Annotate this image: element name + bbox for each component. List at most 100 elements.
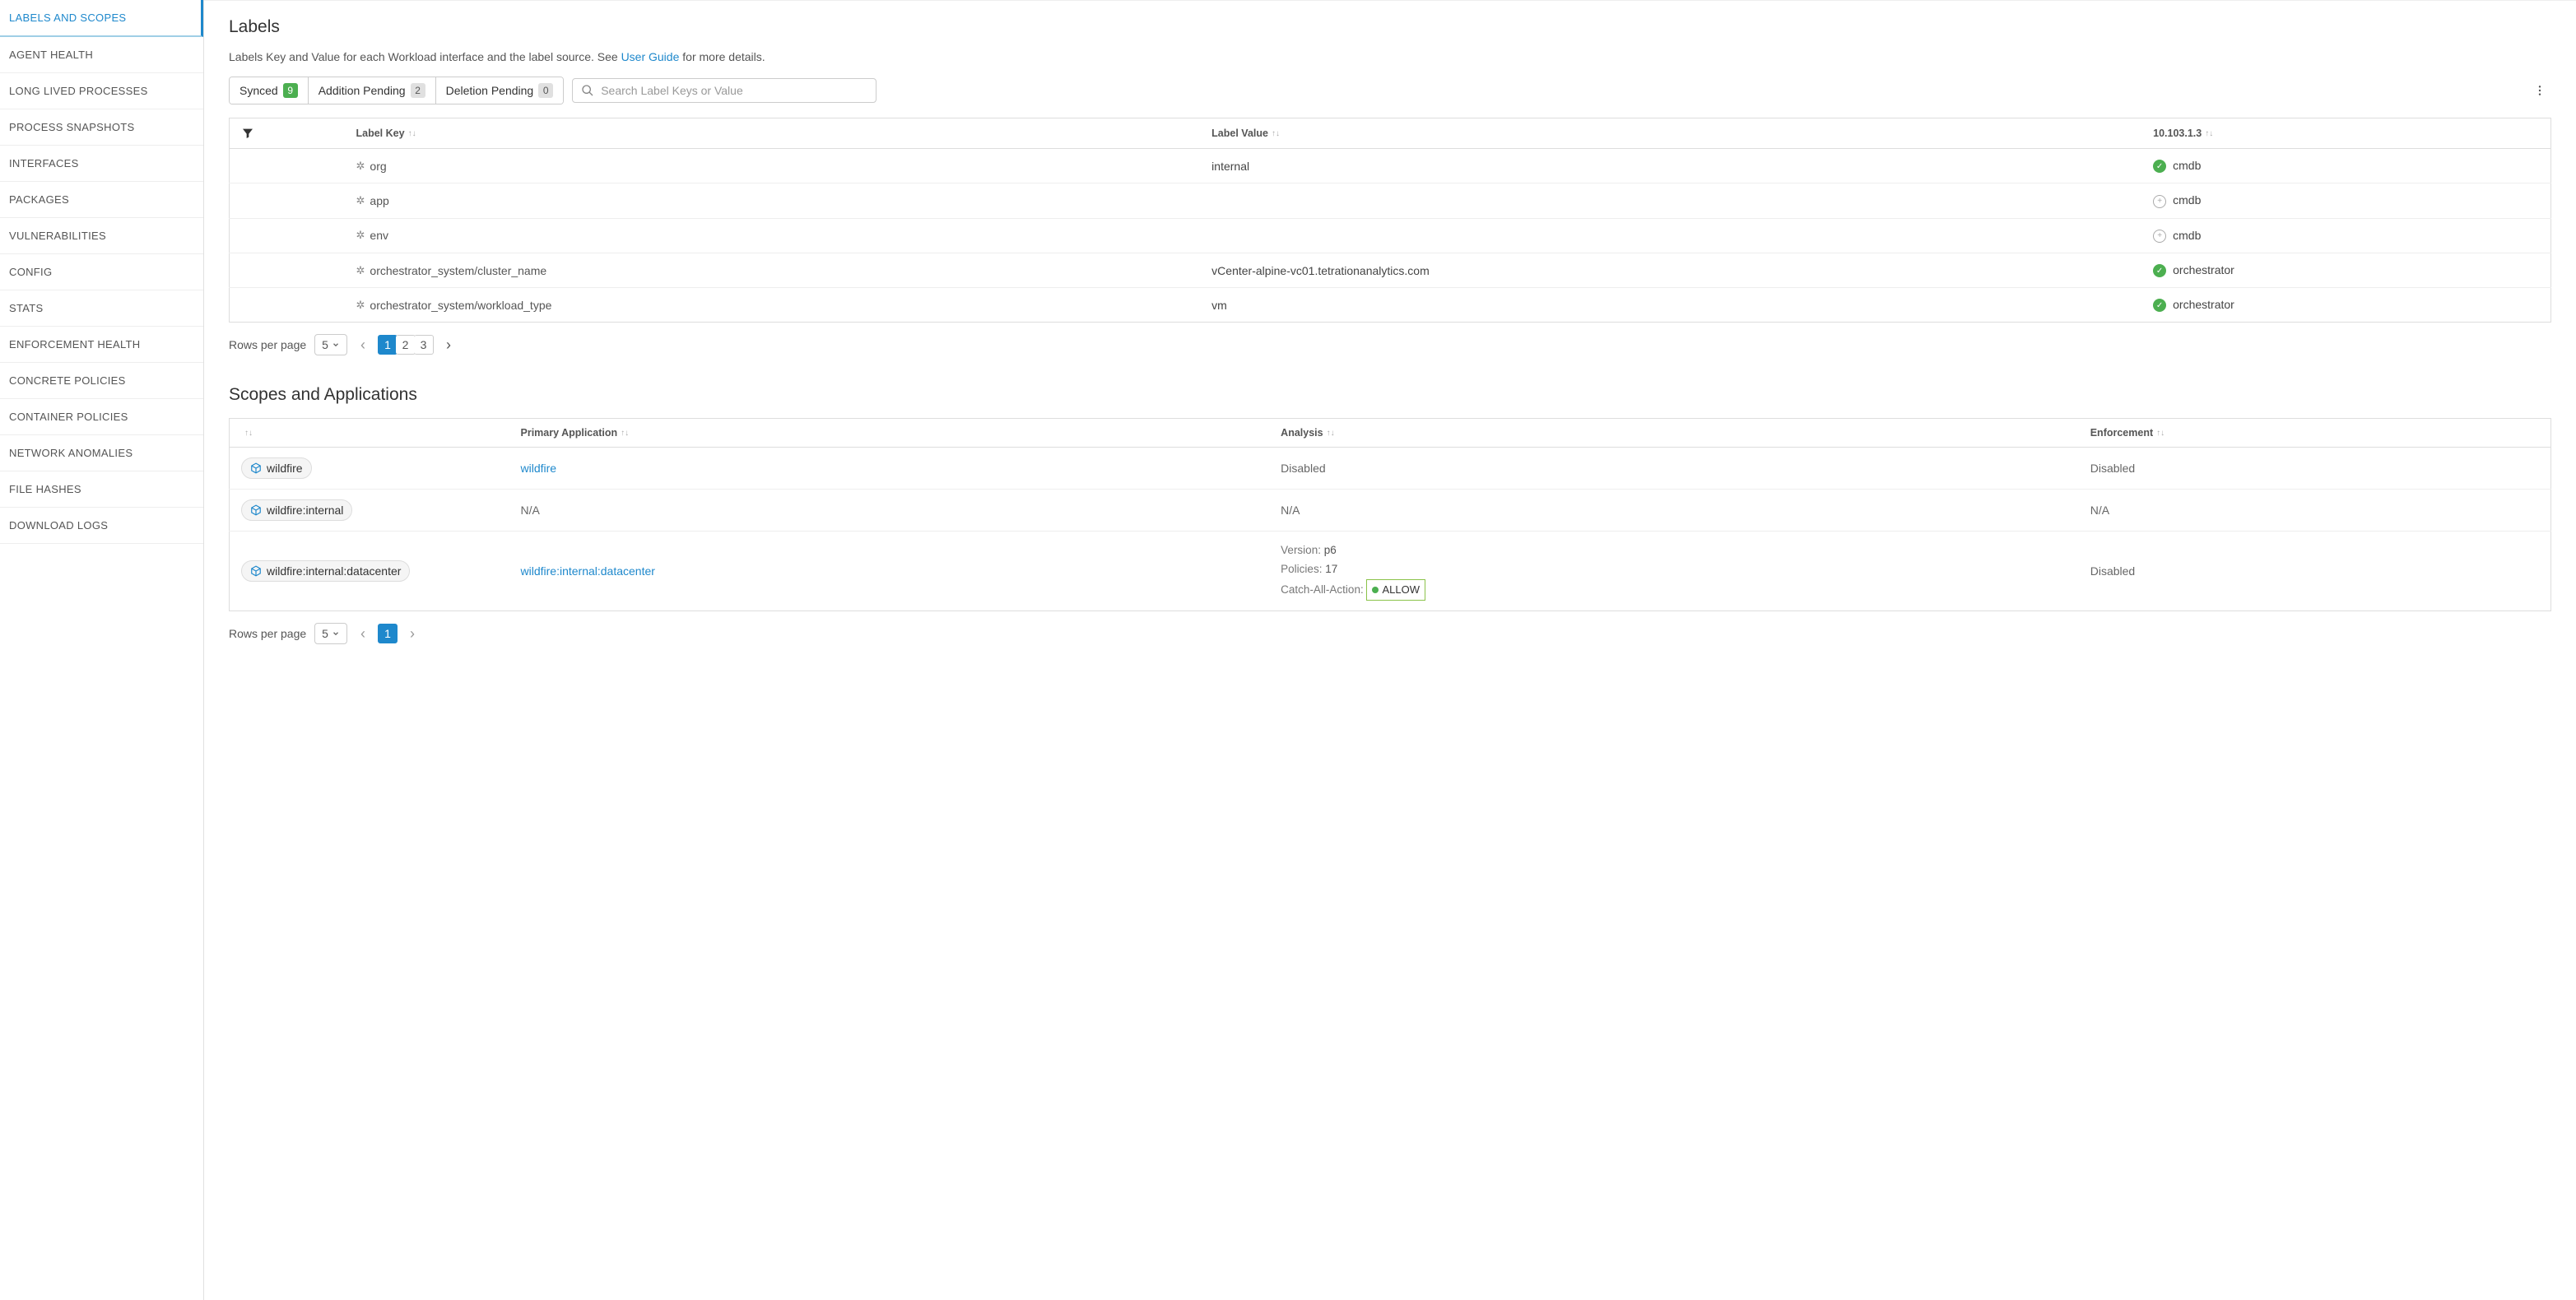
sidebar-item-container-policies[interactable]: CONTAINER POLICIES bbox=[0, 399, 203, 435]
page-number-button[interactable]: 1 bbox=[378, 624, 398, 643]
labels-description: Labels Key and Value for each Workload i… bbox=[229, 50, 2551, 63]
select-value: 5 bbox=[322, 627, 328, 640]
page-next-button[interactable]: › bbox=[440, 335, 457, 355]
sidebar-item-long-lived-processes[interactable]: LONG LIVED PROCESSES bbox=[0, 73, 203, 109]
scope-cell: wildfire:internal bbox=[230, 490, 509, 532]
required-icon: ✲ bbox=[356, 160, 365, 173]
col-label-key[interactable]: Label Key↑↓ bbox=[345, 118, 1201, 149]
page-next-button[interactable]: › bbox=[404, 624, 421, 643]
label-search-box[interactable] bbox=[572, 78, 876, 103]
col-text: Primary Application bbox=[521, 427, 618, 439]
cube-icon bbox=[250, 462, 262, 474]
source-text: cmdb bbox=[2173, 159, 2201, 172]
plus-icon: + bbox=[2153, 230, 2166, 243]
col-analysis[interactable]: Analysis↑↓ bbox=[1269, 419, 2079, 448]
page-prev-button[interactable]: ‹ bbox=[355, 335, 371, 355]
sidebar-item-vulnerabilities[interactable]: VULNERABILITIES bbox=[0, 218, 203, 254]
filter-addition-pending[interactable]: Addition Pending 2 bbox=[308, 77, 435, 104]
page-number-button[interactable]: 3 bbox=[414, 335, 434, 355]
col-filter[interactable] bbox=[230, 118, 345, 149]
filter-count: 9 bbox=[283, 83, 298, 98]
col-primary-app[interactable]: Primary Application↑↓ bbox=[509, 419, 1270, 448]
label-search-input[interactable] bbox=[601, 84, 867, 97]
scope-tag[interactable]: wildfire:internal:datacenter bbox=[241, 560, 410, 582]
enforcement-value: Disabled bbox=[2090, 462, 2135, 475]
label-value-cell bbox=[1200, 218, 2141, 253]
analysis-value: N/A bbox=[1281, 504, 1300, 517]
sidebar-item-packages[interactable]: PACKAGES bbox=[0, 182, 203, 218]
labels-table: Label Key↑↓ Label Value↑↓ 10.103.1.3↑↓ ✲… bbox=[229, 118, 2551, 323]
rows-per-page-label: Rows per page bbox=[229, 627, 306, 640]
filter-synced[interactable]: Synced 9 bbox=[230, 77, 308, 104]
col-text: Enforcement bbox=[2090, 427, 2153, 439]
primary-app-cell: wildfire bbox=[509, 448, 1270, 490]
sort-icon: ↑↓ bbox=[2156, 430, 2164, 437]
user-guide-link[interactable]: User Guide bbox=[621, 50, 680, 63]
filter-cell bbox=[230, 253, 345, 287]
scope-name: wildfire bbox=[267, 462, 303, 475]
source-cell: ✓orchestrator bbox=[2141, 253, 2550, 287]
catch-all-label: Catch-All-Action: bbox=[1281, 583, 1364, 596]
scopes-section: Scopes and Applications ↑↓ Primary Appli… bbox=[229, 385, 2551, 644]
labels-toolbar: Synced 9 Addition Pending 2 Deletion Pen… bbox=[229, 77, 2551, 104]
filter-cell bbox=[230, 149, 345, 183]
col-label-value[interactable]: Label Value↑↓ bbox=[1200, 118, 2141, 149]
filter-deletion-pending[interactable]: Deletion Pending 0 bbox=[435, 77, 564, 104]
scope-tag[interactable]: wildfire:internal bbox=[241, 499, 352, 521]
rows-per-page-select[interactable]: 5 bbox=[314, 334, 347, 355]
filter-label: Deletion Pending bbox=[446, 84, 534, 97]
sidebar-item-file-hashes[interactable]: FILE HASHES bbox=[0, 471, 203, 508]
sort-icon: ↑↓ bbox=[2205, 131, 2213, 137]
source-text: cmdb bbox=[2173, 229, 2201, 242]
enforcement-value: Disabled bbox=[2090, 564, 2135, 578]
source-cell: + cmdb bbox=[2141, 218, 2550, 253]
sort-icon: ↑↓ bbox=[1272, 131, 1280, 137]
scope-cell: wildfire bbox=[230, 448, 509, 490]
sidebar-item-process-snapshots[interactable]: PROCESS SNAPSHOTS bbox=[0, 109, 203, 146]
desc-text-suffix: for more details. bbox=[679, 50, 765, 63]
more-actions-button[interactable] bbox=[2528, 79, 2551, 102]
label-key-text: env bbox=[370, 229, 388, 242]
sort-icon: ↑↓ bbox=[621, 430, 629, 437]
filter-cell bbox=[230, 288, 345, 323]
sidebar-item-interfaces[interactable]: INTERFACES bbox=[0, 146, 203, 182]
scope-tag[interactable]: wildfire bbox=[241, 457, 312, 479]
rows-per-page-label: Rows per page bbox=[229, 338, 306, 351]
funnel-icon bbox=[241, 127, 254, 140]
page-prev-button[interactable]: ‹ bbox=[355, 624, 371, 643]
rows-per-page-select[interactable]: 5 bbox=[314, 623, 347, 644]
col-scope[interactable]: ↑↓ bbox=[230, 419, 509, 448]
col-enforcement[interactable]: Enforcement↑↓ bbox=[2079, 419, 2551, 448]
sidebar-item-concrete-policies[interactable]: CONCRETE POLICIES bbox=[0, 363, 203, 399]
col-ip-address[interactable]: 10.103.1.3↑↓ bbox=[2141, 118, 2550, 149]
page-number-button[interactable]: 1 bbox=[378, 335, 398, 355]
source-cell: ✓ cmdb bbox=[2141, 149, 2550, 183]
search-icon bbox=[581, 84, 594, 97]
scopes-table: ↑↓ Primary Application↑↓ Analysis↑↓ Enfo… bbox=[229, 418, 2551, 611]
sidebar-item-labels-and-scopes[interactable]: LABELS AND SCOPES bbox=[0, 0, 203, 37]
filter-count: 2 bbox=[411, 83, 425, 98]
sidebar-item-download-logs[interactable]: DOWNLOAD LOGS bbox=[0, 508, 203, 544]
sidebar-item-network-anomalies[interactable]: NETWORK ANOMALIES bbox=[0, 435, 203, 471]
filter-label: Synced bbox=[239, 84, 278, 97]
sidebar-item-stats[interactable]: STATS bbox=[0, 290, 203, 327]
col-text: 10.103.1.3 bbox=[2153, 128, 2202, 139]
sidebar-item-config[interactable]: CONFIG bbox=[0, 254, 203, 290]
label-key-text: org bbox=[370, 160, 386, 173]
analysis-cell: Version: p6Policies: 17Catch-All-Action:… bbox=[1269, 532, 2079, 611]
primary-app-link[interactable]: wildfire bbox=[521, 462, 557, 475]
labels-section: Labels Labels Key and Value for each Wor… bbox=[229, 17, 2551, 355]
scope-cell: wildfire:internal:datacenter bbox=[230, 532, 509, 611]
required-icon: ✲ bbox=[356, 264, 365, 277]
check-icon: ✓ bbox=[2153, 160, 2166, 173]
sidebar-item-agent-health[interactable]: AGENT HEALTH bbox=[0, 37, 203, 73]
sidebar-item-enforcement-health[interactable]: ENFORCEMENT HEALTH bbox=[0, 327, 203, 363]
scopes-title: Scopes and Applications bbox=[229, 385, 2551, 405]
label-key-text: orchestrator_system/cluster_name bbox=[370, 264, 546, 277]
primary-app-link[interactable]: wildfire:internal:datacenter bbox=[521, 564, 655, 578]
page-number-button[interactable]: 2 bbox=[396, 335, 416, 355]
analysis-cell: Disabled bbox=[1269, 448, 2079, 490]
table-row: wildfire:internalN/AN/AN/A bbox=[230, 490, 2551, 532]
enforcement-cell: Disabled bbox=[2079, 532, 2551, 611]
col-text: Analysis bbox=[1281, 427, 1323, 439]
